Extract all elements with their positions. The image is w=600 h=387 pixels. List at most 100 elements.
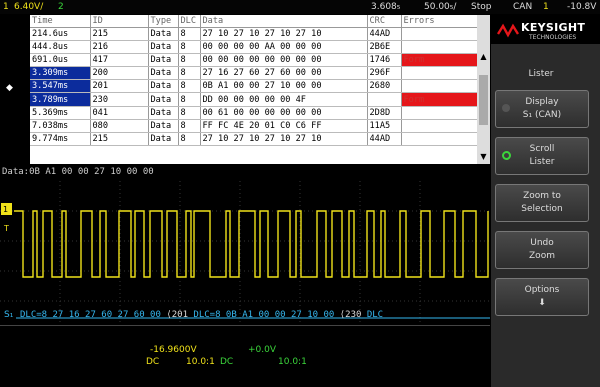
cell-errors <box>401 40 478 55</box>
col-id: ID <box>90 15 149 28</box>
scroll-thumb[interactable] <box>479 75 488 125</box>
cell-id: 230 <box>90 92 149 107</box>
lister-row[interactable]: 9.774ms 215 Data 8 27 10 27 10 27 10 27 10 44… <box>30 132 478 146</box>
cell-crc <box>367 92 402 107</box>
lister-row[interactable]: 444.8us 216 Data 8 00 00 00 00 AA 00 00 00 2B… <box>30 40 478 55</box>
col-dlc: DLC <box>178 15 201 28</box>
col-errors: Errors <box>401 15 478 28</box>
cell-dlc: 8 <box>178 66 201 81</box>
decode-frame-2: DLC=8 0B A1 00 00 27 10 00 <box>193 310 335 320</box>
lister-row[interactable]: 3.309ms 200 Data 8 27 16 27 60 27 60 00 00 29… <box>30 66 478 81</box>
brand-name: KEYSIGHT <box>521 21 586 34</box>
cell-dlc: 8 <box>178 132 201 146</box>
cell-id: 080 <box>90 119 149 133</box>
cell-data: 00 00 00 00 AA 00 00 00 <box>200 40 368 55</box>
undo-zoom-softkey[interactable]: Undo Zoom <box>495 231 589 269</box>
current-row-marker-icon: ◆ <box>6 83 13 93</box>
cell-dlc: 8 <box>178 92 201 107</box>
scroll-lister-softkey[interactable]: Scroll Lister <box>495 137 589 175</box>
options-softkey[interactable]: Options ⬇ <box>495 278 589 316</box>
lister-row[interactable]: 3.789ms 230 Data 8 DD 00 00 00 00 00 4F Form <box>30 92 478 107</box>
cell-id: 215 <box>90 27 149 42</box>
col-type: Type <box>148 15 179 28</box>
options-arrow-icon: ⬇ <box>538 298 546 308</box>
cell-type: Data <box>148 40 179 55</box>
cell-time: 9.774ms <box>30 132 91 146</box>
cell-errors <box>401 79 478 94</box>
zoom-to-selection-softkey[interactable]: Zoom to Selection <box>495 184 589 222</box>
menu-title: Lister <box>528 69 554 79</box>
lister-row[interactable]: 3.547ms 201 Data 8 0B A1 00 00 27 10 00 00 26… <box>30 79 478 94</box>
decode-frame-3: DLC <box>366 310 384 320</box>
cell-id: 216 <box>90 40 149 55</box>
trigger-source: CAN <box>513 2 533 12</box>
brand-logo: KEYSIGHT TECHNOLOGIES <box>491 14 600 44</box>
ch2-offset[interactable]: +0.0V <box>248 345 276 355</box>
ch2-number[interactable]: 2 <box>58 0 64 14</box>
lister-header: Time ID Type DLC Data CRC Errors <box>30 15 478 28</box>
cell-data: DD 00 00 00 00 00 4F <box>200 92 368 107</box>
cell-errors <box>401 66 478 81</box>
decode-id-201: 201 <box>171 310 188 320</box>
scroll-down-icon[interactable]: ▼ <box>477 151 490 163</box>
cell-type: Data <box>148 106 179 120</box>
cell-time: 3.309ms <box>30 66 91 81</box>
decode-row: DLC=8 27 16 27 60 27 60 00 ⟨201 DLC=8 0B… <box>20 310 384 320</box>
cell-crc: 1746 <box>367 53 402 68</box>
cell-id: 041 <box>90 106 149 120</box>
cell-data: 00 00 00 00 00 00 00 00 <box>200 53 368 68</box>
lister-table[interactable]: Time ID Type DLC Data CRC Errors 214.6us… <box>30 15 478 164</box>
entry-knob-icon <box>502 151 511 160</box>
cell-dlc: 8 <box>178 53 201 68</box>
cell-data: 00 61 00 00 00 00 00 00 <box>200 106 368 120</box>
ch1-coupling: DC <box>146 357 160 367</box>
cell-dlc: 8 <box>178 106 201 120</box>
time-scale[interactable]: 50.00₅/ <box>424 0 456 14</box>
ch1-probe-ratio: 10.0:1 <box>186 357 215 367</box>
cell-type: Data <box>148 53 179 68</box>
cell-time: 3.789ms <box>30 92 91 107</box>
ch1-offset[interactable]: -16.9600V <box>150 345 197 355</box>
cell-errors <box>401 27 478 42</box>
cell-crc: 11A5 <box>367 119 402 133</box>
lister-row[interactable]: 214.6us 215 Data 8 27 10 27 10 27 10 27 10 44… <box>30 27 478 42</box>
cell-crc: 44AD <box>367 132 402 146</box>
cell-type: Data <box>148 27 179 42</box>
cell-type: Data <box>148 92 179 107</box>
cell-time: 214.6us <box>30 27 91 42</box>
waveform-display[interactable]: 1 T S₁ DLC=8 27 16 27 60 27 60 00 ⟨201 D… <box>0 181 490 322</box>
softkey-menu: KEYSIGHT TECHNOLOGIES Lister Display S₁ … <box>491 14 600 387</box>
serial-channel-label: S₁ <box>4 310 14 320</box>
decode-frame-1: DLC=8 27 16 27 60 27 60 00 <box>20 310 161 320</box>
cell-id: 200 <box>90 66 149 81</box>
scroll-up-icon[interactable]: ▲ <box>477 51 490 63</box>
cell-data: 27 10 27 10 27 10 27 10 <box>200 27 368 42</box>
ch1-number[interactable]: 1 <box>3 0 9 14</box>
cell-id: 215 <box>90 132 149 146</box>
ch2-probe-ratio: 10.0:1 <box>278 357 307 367</box>
col-data: Data <box>200 15 368 28</box>
cell-dlc: 8 <box>178 79 201 94</box>
cell-time: 5.369ms <box>30 106 91 120</box>
selected-frame-data: Data:0B A1 00 00 27 10 00 00 <box>2 167 154 177</box>
cell-data: 27 16 27 60 27 60 00 00 <box>200 66 368 81</box>
display-softkey[interactable]: Display S₁ (CAN) <box>495 90 589 128</box>
ch1-scale[interactable]: 6.40V/ <box>14 0 43 14</box>
lister-row[interactable]: 7.038ms 080 Data 8 FF FC 4E 20 01 C0 C6 FF 11… <box>30 119 478 133</box>
ch2-coupling: DC <box>220 357 234 367</box>
lister-row[interactable]: 691.0us 417 Data 8 00 00 00 00 00 00 00 00 17… <box>30 53 478 68</box>
cell-time: 3.547ms <box>30 79 91 94</box>
decode-id-230: 230 <box>345 310 362 320</box>
cell-data: 0B A1 00 00 27 10 00 00 <box>200 79 368 94</box>
cell-errors <box>401 132 478 146</box>
col-crc: CRC <box>367 15 402 28</box>
lister-row[interactable]: 5.369ms 041 Data 8 00 61 00 00 00 00 00 00 2D… <box>30 106 478 120</box>
cell-type: Data <box>148 119 179 133</box>
keysight-logo-icon <box>497 23 519 38</box>
lister-scrollbar[interactable]: ▲ ▼ <box>477 15 490 164</box>
trigger-marker-icon: T <box>3 224 9 233</box>
trigger-level[interactable]: -10.8V <box>567 0 596 14</box>
cell-type: Data <box>148 66 179 81</box>
cell-type: Data <box>148 132 179 146</box>
cell-crc: 2D8D <box>367 106 402 120</box>
